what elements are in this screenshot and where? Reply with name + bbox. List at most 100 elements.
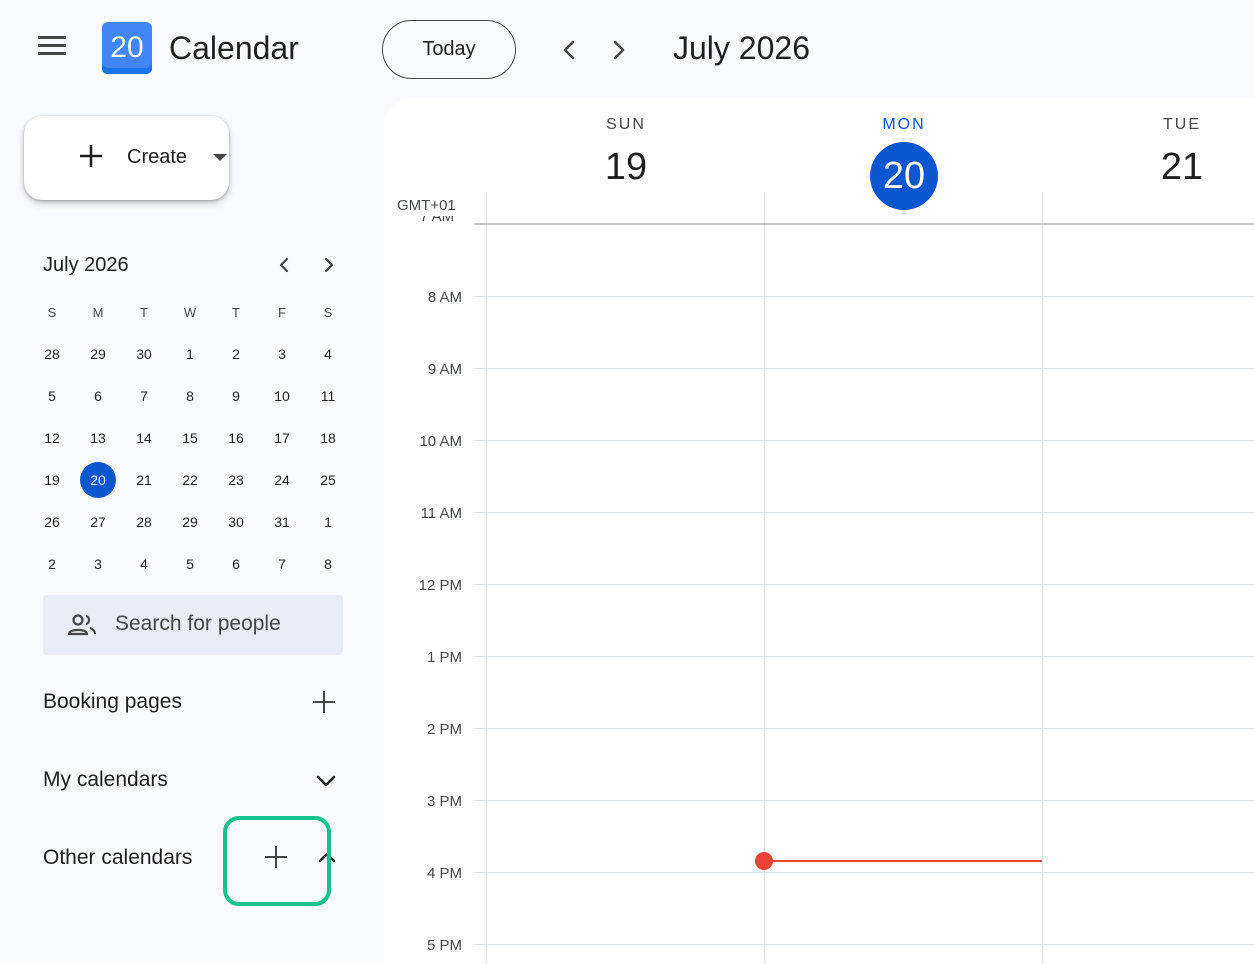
mini-calendar-week: 2 3 4 5 6 7 8 bbox=[29, 543, 351, 585]
day-header-tue[interactable]: TUE 21 bbox=[1122, 116, 1242, 189]
mini-calendar-day[interactable]: 24 bbox=[259, 459, 305, 501]
mini-calendar-day[interactable]: 23 bbox=[213, 459, 259, 501]
create-button[interactable]: Create bbox=[24, 116, 229, 200]
mini-calendar-day[interactable]: 29 bbox=[75, 333, 121, 375]
current-period-title: July 2026 bbox=[673, 30, 810, 66]
day-name: SUN bbox=[606, 116, 646, 133]
mini-calendar-day[interactable]: 19 bbox=[29, 459, 75, 501]
day-name: TUE bbox=[1163, 116, 1201, 133]
timezone-label: GMT+01 bbox=[397, 197, 456, 214]
weekday-label: W bbox=[183, 304, 197, 320]
mini-calendar-day[interactable]: 7 bbox=[259, 543, 305, 585]
day-number-today: 20 bbox=[870, 142, 938, 210]
day-column-sun[interactable] bbox=[487, 225, 764, 964]
mini-calendar-day[interactable]: 16 bbox=[213, 417, 259, 459]
mini-calendar-day[interactable]: 11 bbox=[305, 375, 351, 417]
mini-calendar-day[interactable]: 29 bbox=[167, 501, 213, 543]
mini-calendar-day[interactable]: 3 bbox=[259, 333, 305, 375]
mini-calendar-day[interactable]: 5 bbox=[29, 375, 75, 417]
mini-calendar-day[interactable]: 4 bbox=[305, 333, 351, 375]
other-calendars-label[interactable]: Other calendars bbox=[43, 846, 192, 870]
mini-calendar-day-selected[interactable]: 20 bbox=[75, 459, 121, 501]
add-booking-page-icon[interactable] bbox=[312, 690, 336, 714]
weekday-label: M bbox=[92, 304, 104, 320]
mini-calendar-day[interactable]: 9 bbox=[213, 375, 259, 417]
hour-label: 9 AM bbox=[427, 361, 462, 378]
mini-calendar-day[interactable]: 30 bbox=[121, 333, 167, 375]
highlight-annotation bbox=[223, 816, 331, 906]
mini-calendar-day[interactable]: 13 bbox=[75, 417, 121, 459]
today-button[interactable]: Today bbox=[382, 20, 516, 79]
hour-label: 5 PM bbox=[426, 937, 462, 954]
hour-label: 3 PM bbox=[426, 793, 462, 810]
mini-calendar-day[interactable]: 15 bbox=[167, 417, 213, 459]
mini-calendar-day[interactable]: 4 bbox=[121, 543, 167, 585]
calendar-app: 20 Calendar Today July 2026 Create July … bbox=[0, 0, 1254, 964]
mini-calendar-day[interactable]: 8 bbox=[167, 375, 213, 417]
plus-icon bbox=[80, 145, 102, 167]
day-column-mon[interactable] bbox=[765, 225, 1042, 964]
mini-calendar-grid: S M T W T F S 28 29 30 1 2 3 4 5 6 7 8 9… bbox=[29, 291, 351, 585]
mini-calendar-day[interactable]: 27 bbox=[75, 501, 121, 543]
next-week-icon[interactable] bbox=[604, 36, 632, 64]
search-people-field[interactable]: Search for people bbox=[43, 595, 343, 655]
my-calendars-label[interactable]: My calendars bbox=[43, 768, 168, 792]
mini-calendar-day[interactable]: 2 bbox=[29, 543, 75, 585]
day-column-tue[interactable] bbox=[1043, 225, 1254, 964]
hour-label: 2 PM bbox=[426, 721, 462, 738]
mini-calendar-week: 26 27 28 29 30 31 1 bbox=[29, 501, 351, 543]
mini-calendar-week: 12 13 14 15 16 17 18 bbox=[29, 417, 351, 459]
mini-calendar-week: 28 29 30 1 2 3 4 bbox=[29, 333, 351, 375]
mini-calendar-day[interactable]: 25 bbox=[305, 459, 351, 501]
mini-calendar-day[interactable]: 28 bbox=[29, 333, 75, 375]
mini-calendar-title: July 2026 bbox=[43, 254, 129, 276]
mini-calendar-weekday-row: S M T W T F S bbox=[29, 291, 351, 333]
current-time-line bbox=[764, 860, 1042, 862]
mini-calendar-day[interactable]: 17 bbox=[259, 417, 305, 459]
mini-calendar-day[interactable]: 12 bbox=[29, 417, 75, 459]
day-header-sun[interactable]: SUN 19 bbox=[566, 116, 686, 189]
hour-label: 12 PM bbox=[418, 577, 462, 594]
mini-calendar-day[interactable]: 2 bbox=[213, 333, 259, 375]
main-menu-icon[interactable] bbox=[38, 36, 70, 64]
weekday-label: T bbox=[140, 304, 148, 320]
previous-week-icon[interactable] bbox=[556, 36, 584, 64]
mini-calendar-day[interactable]: 30 bbox=[213, 501, 259, 543]
create-label: Create bbox=[127, 146, 188, 168]
app-title: Calendar bbox=[169, 30, 299, 66]
hour-label-partial: 7 AM bbox=[420, 216, 454, 226]
mini-calendar-day[interactable]: 3 bbox=[75, 543, 121, 585]
people-icon bbox=[67, 614, 97, 636]
mini-calendar-day[interactable]: 7 bbox=[121, 375, 167, 417]
calendar-logo: 20 bbox=[102, 22, 152, 74]
mini-calendar-prev-icon[interactable] bbox=[272, 253, 296, 277]
search-people-label: Search for people bbox=[115, 612, 281, 635]
mini-calendar-day[interactable]: 10 bbox=[259, 375, 305, 417]
mini-calendar-day[interactable]: 6 bbox=[75, 375, 121, 417]
mini-calendar-day[interactable]: 31 bbox=[259, 501, 305, 543]
mini-calendar-day[interactable]: 28 bbox=[121, 501, 167, 543]
mini-calendar-next-icon[interactable] bbox=[317, 253, 341, 277]
current-time-dot bbox=[755, 852, 773, 870]
hour-label: 11 AM bbox=[420, 505, 462, 522]
day-header-mon[interactable]: MON 20 bbox=[844, 116, 964, 210]
booking-pages-label: Booking pages bbox=[43, 690, 182, 713]
day-number: 19 bbox=[604, 146, 648, 188]
mini-calendar-day[interactable]: 14 bbox=[121, 417, 167, 459]
hour-label: 8 AM bbox=[427, 289, 462, 306]
mini-calendar-day[interactable]: 18 bbox=[305, 417, 351, 459]
mini-calendar-day[interactable]: 5 bbox=[167, 543, 213, 585]
mini-calendar-day[interactable]: 1 bbox=[167, 333, 213, 375]
mini-calendar-day[interactable]: 22 bbox=[167, 459, 213, 501]
mini-calendar-day[interactable]: 8 bbox=[305, 543, 351, 585]
mini-calendar-day[interactable]: 1 bbox=[305, 501, 351, 543]
chevron-down-icon[interactable] bbox=[313, 769, 339, 793]
mini-calendar-day[interactable]: 26 bbox=[29, 501, 75, 543]
weekday-label: S bbox=[47, 304, 57, 320]
mini-calendar-day[interactable]: 6 bbox=[213, 543, 259, 585]
selected-day-label: 20 bbox=[80, 462, 116, 498]
weekday-label: T bbox=[232, 304, 240, 320]
hour-label: 1 PM bbox=[426, 649, 462, 666]
weekday-label: F bbox=[278, 304, 286, 320]
mini-calendar-day[interactable]: 21 bbox=[121, 459, 167, 501]
